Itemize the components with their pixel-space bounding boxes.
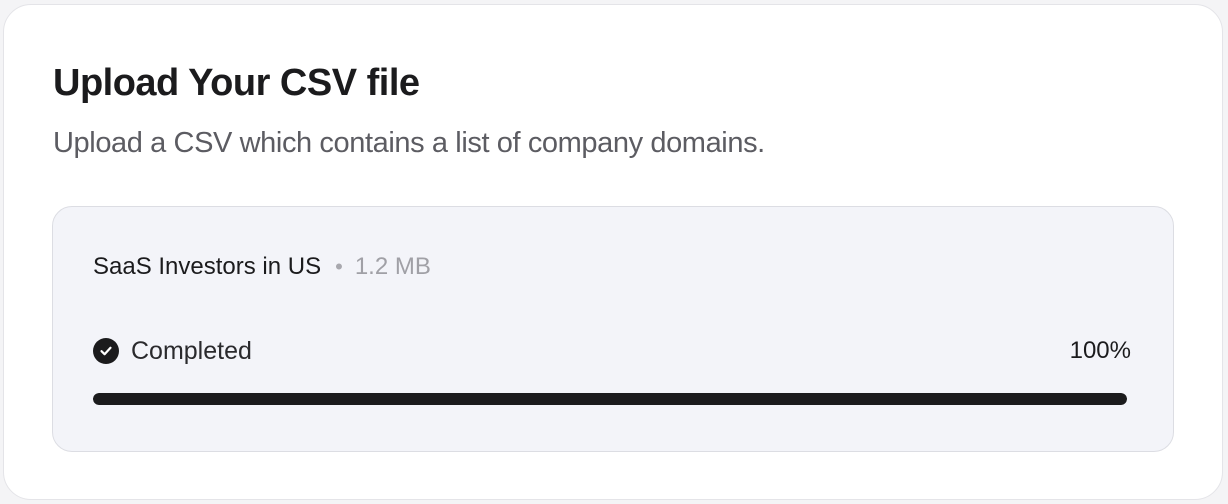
status-label: Completed (131, 337, 252, 365)
progress-fill (93, 393, 1127, 405)
card-title: Upload Your CSV file (53, 62, 420, 104)
check-circle-icon (93, 338, 119, 364)
upload-status: Completed (93, 335, 252, 367)
file-info: SaaS Investors in US • 1.2 MB (93, 251, 431, 283)
progress-percent: 100% (1069, 337, 1131, 364)
file-size: 1.2 MB (354, 253, 431, 280)
separator-dot: • (335, 254, 343, 279)
file-name: SaaS Investors in US (93, 253, 322, 280)
progress-bar (93, 393, 1127, 405)
card-subtitle: Upload a CSV which contains a list of co… (53, 127, 765, 159)
uploaded-file-panel: SaaS Investors in US • 1.2 MB Completed … (52, 206, 1174, 452)
upload-status-row: Completed 100% (93, 335, 1131, 367)
upload-card: Upload Your CSV file Upload a CSV which … (3, 4, 1223, 500)
